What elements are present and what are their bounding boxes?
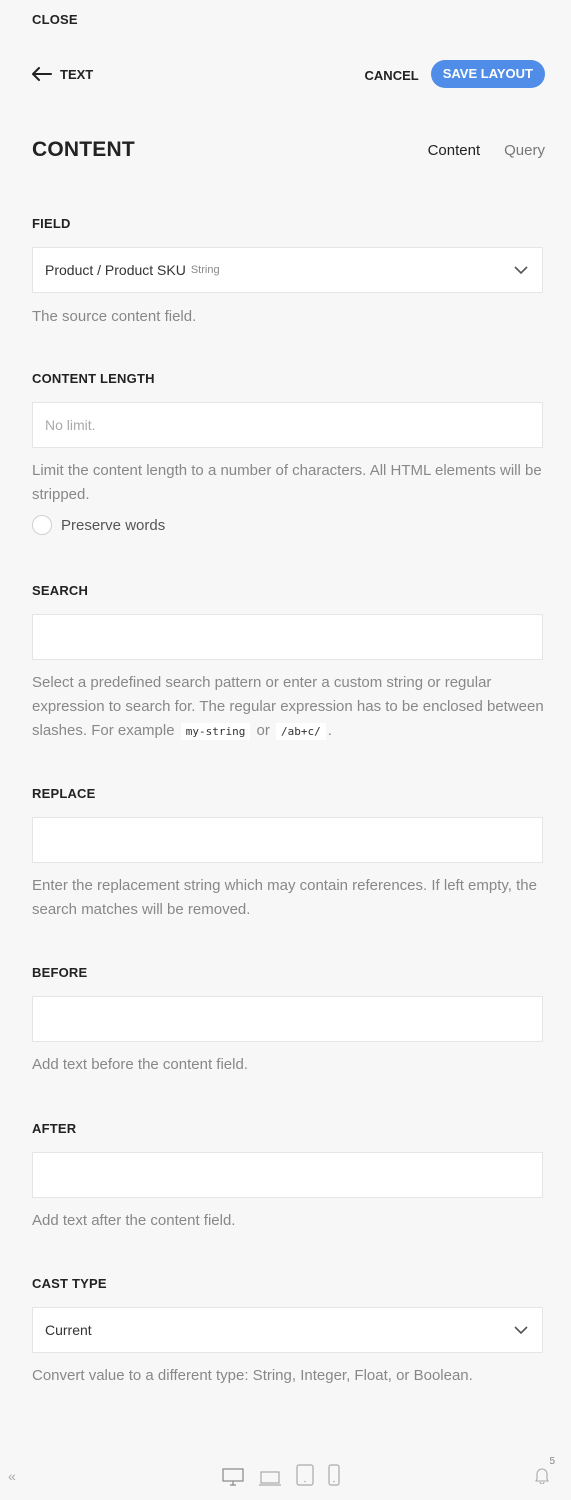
chevron-down-icon: [514, 266, 528, 275]
search-input[interactable]: [32, 614, 543, 660]
search-help: Select a predefined search pattern or en…: [32, 671, 547, 744]
cancel-button[interactable]: CANCEL: [365, 68, 419, 83]
content-length-label: CONTENT LENGTH: [32, 371, 155, 386]
field-select-value: Product / Product SKU: [45, 262, 186, 278]
content-length-placeholder: No limit.: [45, 417, 96, 433]
after-label: AFTER: [32, 1121, 77, 1136]
code-example-regex: /ab+c/: [276, 723, 326, 740]
toolbar-actions: CANCEL SAVE LAYOUT: [365, 60, 545, 88]
replace-input[interactable]: [32, 817, 543, 863]
collapse-sidebar-icon[interactable]: «: [8, 1468, 16, 1484]
laptop-icon[interactable]: [258, 1470, 282, 1486]
preserve-words-checkbox[interactable]: [32, 515, 52, 535]
after-help: Add text after the content field.: [32, 1212, 236, 1229]
desktop-icon[interactable]: [222, 1468, 244, 1486]
preserve-words-option[interactable]: Preserve words: [32, 515, 165, 535]
cast-type-select[interactable]: Current: [32, 1307, 543, 1353]
before-label: BEFORE: [32, 965, 88, 980]
bell-icon[interactable]: [535, 1466, 549, 1484]
preserve-words-label: Preserve words: [61, 516, 166, 534]
phone-icon[interactable]: [328, 1464, 340, 1486]
code-example-string: my-string: [180, 723, 251, 740]
after-input[interactable]: [32, 1152, 543, 1198]
field-select[interactable]: Product / Product SKU String: [32, 247, 543, 293]
search-help-or: or: [256, 722, 270, 739]
tablet-icon[interactable]: [296, 1464, 314, 1486]
before-help: Add text before the content field.: [32, 1056, 248, 1073]
notification-count: 5: [549, 1456, 555, 1467]
before-input[interactable]: [32, 996, 543, 1042]
cast-type-label: CAST TYPE: [32, 1276, 107, 1291]
section-tabs: Content Query: [428, 142, 545, 159]
search-label: SEARCH: [32, 583, 89, 598]
arrow-left-icon: [32, 67, 52, 81]
replace-label: REPLACE: [32, 786, 96, 801]
save-layout-button[interactable]: SAVE LAYOUT: [430, 60, 545, 88]
cast-type-value: Current: [45, 1322, 92, 1338]
top-toolbar: TEXT CANCEL SAVE LAYOUT: [32, 60, 545, 88]
replace-help: Enter the replacement string which may c…: [32, 877, 537, 918]
field-help: The source content field.: [32, 308, 197, 325]
field-label: FIELD: [32, 216, 71, 231]
tab-content[interactable]: Content: [428, 142, 481, 159]
search-help-period: .: [327, 722, 332, 739]
footer-bar: « 5: [0, 1456, 571, 1500]
section-header: CONTENT Content Query: [32, 138, 545, 162]
tab-query[interactable]: Query: [504, 142, 545, 159]
chevron-down-icon: [514, 1326, 528, 1335]
field-type-hint: String: [190, 264, 220, 276]
cast-type-help: Convert value to a different type: Strin…: [32, 1367, 473, 1384]
content-length-input[interactable]: No limit.: [32, 402, 543, 448]
device-switcher: [222, 1464, 340, 1486]
section-title: CONTENT: [32, 138, 135, 161]
back-button[interactable]: TEXT: [32, 67, 93, 82]
close-link[interactable]: CLOSE: [32, 12, 78, 27]
back-label: TEXT: [60, 66, 94, 82]
content-length-help: Limit the content length to a number of …: [32, 462, 542, 503]
